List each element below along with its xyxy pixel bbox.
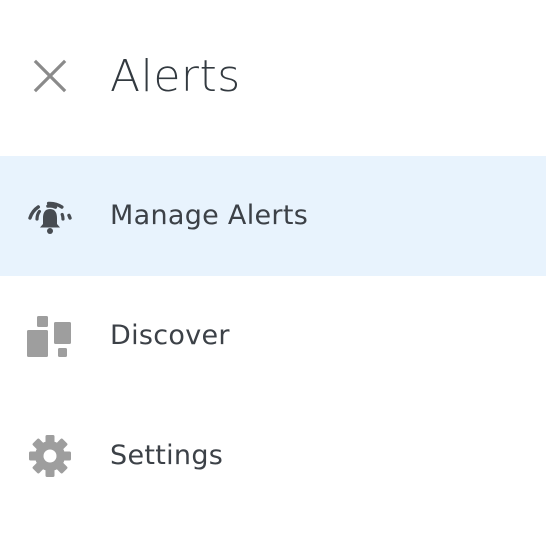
menu-item-discover[interactable]: Discover	[0, 276, 546, 396]
menu-item-label: Manage Alerts	[110, 200, 309, 231]
menu-item-manage-alerts[interactable]: Manage Alerts	[0, 156, 546, 276]
close-icon	[33, 59, 67, 93]
menu-item-label: Discover	[110, 320, 230, 351]
menu-item-label: Settings	[110, 440, 224, 471]
close-button[interactable]	[24, 50, 76, 102]
menu-item-settings[interactable]: Settings	[0, 396, 546, 516]
panel-header: Alerts	[0, 0, 546, 156]
discover-tiles-icon	[24, 312, 76, 360]
page-title: Alerts	[110, 51, 241, 102]
alerts-panel: Alerts Manage Alerts Discover Settings	[0, 0, 546, 540]
alerts-menu: Manage Alerts Discover Settings	[0, 156, 546, 516]
gear-icon	[24, 432, 76, 480]
alarm-bell-icon	[24, 192, 76, 240]
